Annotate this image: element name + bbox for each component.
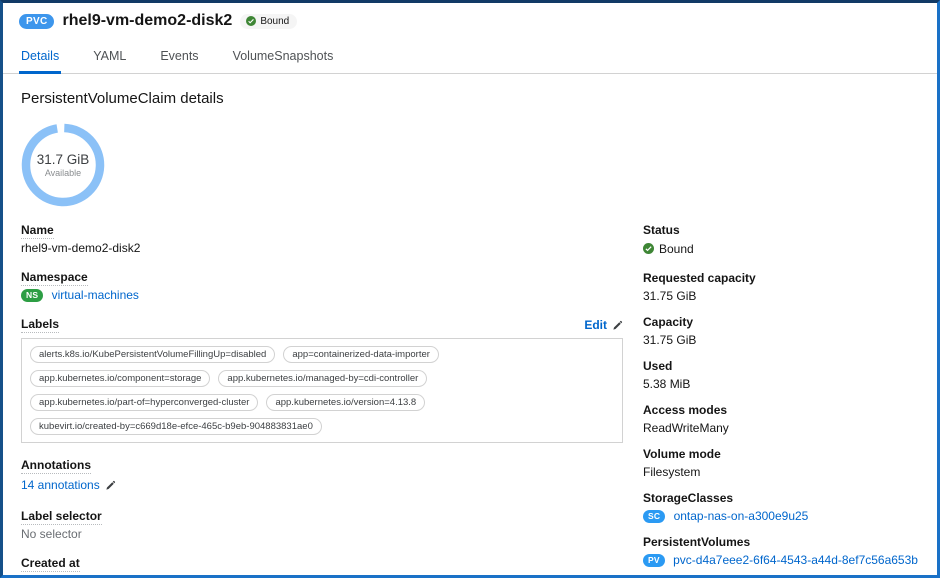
used-value: 5.38 MiB — [643, 377, 919, 391]
capacity-value: 31.75 GiB — [643, 333, 919, 347]
annotations-label: Annotations — [21, 458, 643, 472]
storageclass-link[interactable]: ontap-nas-on-a300e9u25 — [674, 509, 809, 523]
namespace-link[interactable]: virtual-machines — [52, 288, 139, 302]
field-label-selector: Label selector No selector — [21, 509, 643, 541]
field-name: Name rhel9-vm-demo2-disk2 — [21, 223, 643, 255]
annotations-link[interactable]: 14 annotations — [21, 478, 100, 492]
status-badge: Bound — [240, 14, 297, 29]
tab-volumesnapshots[interactable]: VolumeSnapshots — [231, 43, 336, 73]
used-label: Used — [643, 359, 919, 373]
donut-center-label: 31.7 GiB Available — [21, 123, 105, 207]
field-requested-capacity: Requested capacity 31.75 GiB — [643, 271, 919, 303]
requested-capacity-label: Requested capacity — [643, 271, 919, 285]
field-annotations: Annotations 14 annotations — [21, 458, 643, 494]
field-access-modes: Access modes ReadWriteMany — [643, 403, 919, 435]
name-value: rhel9-vm-demo2-disk2 — [21, 241, 643, 255]
status-value: Bound — [659, 242, 694, 256]
field-capacity: Capacity 31.75 GiB — [643, 315, 919, 347]
donut-available-value: 31.7 GiB — [37, 152, 90, 167]
donut-available-sublabel: Available — [45, 168, 81, 178]
label-selector-label: Label selector — [21, 509, 643, 523]
access-modes-value: ReadWriteMany — [643, 421, 919, 435]
field-namespace: Namespace NS virtual-machines — [21, 270, 643, 302]
label-selector-value: No selector — [21, 527, 643, 541]
pencil-icon[interactable] — [105, 480, 116, 491]
label-pill: app.kubernetes.io/part-of=hyperconverged… — [30, 394, 258, 411]
label-pill: app.kubernetes.io/managed-by=cdi-control… — [218, 370, 427, 387]
access-modes-label: Access modes — [643, 403, 919, 417]
field-storageclasses: StorageClasses SC ontap-nas-on-a300e9u25 — [643, 491, 919, 523]
page-title: rhel9-vm-demo2-disk2 — [62, 12, 232, 30]
tab-details[interactable]: Details — [19, 43, 61, 74]
details-left-column: Name rhel9-vm-demo2-disk2 Namespace NS v… — [21, 223, 643, 578]
pvc-details-page: PVC rhel9-vm-demo2-disk2 Bound Details Y… — [0, 0, 940, 578]
check-circle-icon — [246, 16, 256, 26]
labels-group: alerts.k8s.io/KubePersistentVolumeFillin… — [21, 338, 623, 443]
details-right-column: Status Bound Requested capacity 31.75 Gi… — [643, 223, 919, 578]
created-at-label: Created at — [21, 556, 643, 570]
volume-mode-label: Volume mode — [643, 447, 919, 461]
pencil-icon[interactable] — [612, 320, 623, 331]
pv-badge: PV — [643, 554, 665, 567]
page-header: PVC rhel9-vm-demo2-disk2 Bound — [3, 3, 937, 30]
field-created-at: Created at Apr 9, 2024, 1:31 PM — [21, 556, 643, 578]
tab-yaml[interactable]: YAML — [91, 43, 128, 73]
pvc-kind-badge: PVC — [19, 14, 54, 29]
labels-label: Labels — [21, 317, 59, 333]
sc-badge: SC — [643, 510, 665, 523]
label-pill: app=containerized-data-importer — [283, 346, 439, 363]
namespace-label: Namespace — [21, 270, 643, 284]
label-pill: kubevirt.io/created-by=c669d18e-efce-465… — [30, 418, 322, 435]
tab-bar: Details YAML Events VolumeSnapshots — [3, 43, 937, 74]
details-section: PersistentVolumeClaim details 31.7 GiB A… — [3, 90, 937, 578]
details-grid: Name rhel9-vm-demo2-disk2 Namespace NS v… — [21, 223, 919, 578]
check-circle-icon — [643, 243, 654, 254]
section-title: PersistentVolumeClaim details — [21, 90, 919, 107]
labels-edit-button[interactable]: Edit — [584, 318, 607, 332]
field-used: Used 5.38 MiB — [643, 359, 919, 391]
storageclasses-label: StorageClasses — [643, 491, 919, 505]
field-persistentvolumes: PersistentVolumes PV pvc-d4a7eee2-6f64-4… — [643, 535, 919, 567]
name-label: Name — [21, 223, 643, 237]
label-pill: app.kubernetes.io/component=storage — [30, 370, 210, 387]
label-pill: app.kubernetes.io/version=4.13.8 — [266, 394, 425, 411]
field-volume-mode: Volume mode Filesystem — [643, 447, 919, 479]
status-label: Status — [643, 223, 919, 237]
label-pill: alerts.k8s.io/KubePersistentVolumeFillin… — [30, 346, 275, 363]
namespace-badge: NS — [21, 289, 43, 302]
created-at-value: Apr 9, 2024, 1:31 PM — [38, 574, 151, 578]
volume-mode-value: Filesystem — [643, 465, 919, 479]
requested-capacity-value: 31.75 GiB — [643, 289, 919, 303]
tab-events[interactable]: Events — [158, 43, 200, 73]
capacity-label: Capacity — [643, 315, 919, 329]
capacity-donut-chart: 31.7 GiB Available — [21, 123, 105, 207]
persistentvolumes-label: PersistentVolumes — [643, 535, 919, 549]
persistentvolume-link[interactable]: pvc-d4a7eee2-6f64-4543-a44d-8ef7c56a653b — [673, 553, 918, 567]
field-status: Status Bound — [643, 223, 919, 259]
field-labels: Labels Edit alerts.k8s.io/KubePersistent… — [21, 317, 643, 443]
status-badge-label: Bound — [260, 16, 289, 27]
